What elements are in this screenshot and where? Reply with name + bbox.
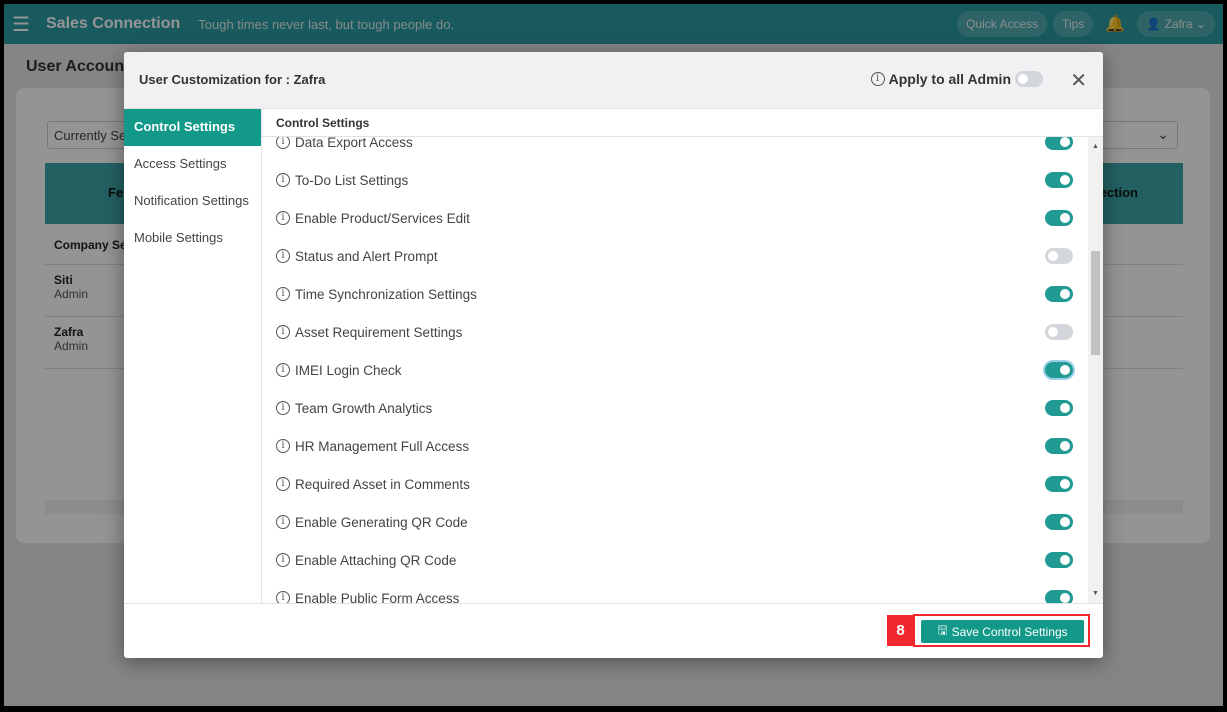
setting-label: To-Do List Settings <box>295 172 409 188</box>
step-badge: 8 <box>887 615 914 646</box>
setting-item: i HR Management Full Access <box>276 427 1073 465</box>
toggle-required-asset-in-comments[interactable] <box>1045 476 1073 492</box>
info-icon[interactable]: i <box>276 553 290 567</box>
setting-item: i Enable Public Form Access <box>276 579 1073 603</box>
setting-label: Enable Product/Services Edit <box>295 210 470 226</box>
toggle-team-growth-analytics[interactable] <box>1045 400 1073 416</box>
setting-item: i IMEI Login Check <box>276 351 1073 389</box>
info-icon: i <box>870 72 885 86</box>
info-icon[interactable]: i <box>276 173 290 187</box>
app-window: ☰ Sales Connection Tough times never las… <box>4 4 1223 706</box>
info-icon[interactable]: i <box>276 325 290 339</box>
scroll-up-icon[interactable]: ▲ <box>1092 143 1099 150</box>
toggle-enable-attaching-qr-code[interactable] <box>1045 552 1073 568</box>
info-icon[interactable]: i <box>276 477 290 491</box>
toggle-data-export-access[interactable] <box>1045 137 1073 150</box>
setting-item: i Enable Generating QR Code <box>276 503 1073 541</box>
save-label: Save Control Settings <box>951 624 1068 639</box>
toggle-to-do-list-settings[interactable] <box>1045 172 1073 188</box>
nav-mobile-settings[interactable]: Mobile Settings <box>124 220 261 257</box>
nav-access-settings[interactable]: Access Settings <box>124 146 261 183</box>
highlight-box: 🖫 Save Control Settings <box>913 614 1090 647</box>
setting-label: Enable Public Form Access <box>295 590 460 604</box>
setting-label: Required Asset in Comments <box>295 476 470 492</box>
toggle-enable-generating-qr-code[interactable] <box>1045 514 1073 530</box>
vertical-scrollbar[interactable]: ▲ ▼ <box>1088 137 1103 603</box>
toggle-imei-login-check[interactable] <box>1045 362 1073 378</box>
setting-label: IMEI Login Check <box>295 362 402 378</box>
setting-item: i To-Do List Settings <box>276 161 1073 199</box>
setting-label: Team Growth Analytics <box>295 400 433 416</box>
setting-item: i Enable Product/Services Edit <box>276 199 1073 237</box>
user-customization-modal: User Customization for : Zafra i Apply t… <box>124 52 1103 658</box>
info-icon[interactable]: i <box>276 515 290 529</box>
close-icon[interactable]: ✕ <box>1070 68 1087 93</box>
nav-control-settings[interactable]: Control Settings <box>124 109 261 146</box>
setting-label: Data Export Access <box>295 137 413 150</box>
toggle-enable-product-services-edit[interactable] <box>1045 210 1073 226</box>
toggle-time-synchronization-settings[interactable] <box>1045 286 1073 302</box>
info-icon[interactable]: i <box>276 401 290 415</box>
info-icon[interactable]: i <box>276 137 290 149</box>
toggle-enable-public-form-access[interactable] <box>1045 590 1073 603</box>
info-icon[interactable]: i <box>276 439 290 453</box>
toggle-status-and-alert-prompt[interactable] <box>1045 248 1073 264</box>
apply-to-all-admin: i Apply to all Admin <box>870 71 1043 87</box>
toggle-hr-management-full-access[interactable] <box>1045 438 1073 454</box>
settings-list: i Data Export Access i To-Do List Settings i… <box>262 137 1088 603</box>
apply-label: Apply to all Admin <box>888 71 1011 87</box>
setting-label: Asset Requirement Settings <box>295 324 463 340</box>
info-icon[interactable]: i <box>276 287 290 301</box>
save-control-settings-button[interactable]: 🖫 Save Control Settings <box>921 620 1084 643</box>
setting-item: i Required Asset in Comments <box>276 465 1073 503</box>
modal-footer: 8 🖫 Save Control Settings <box>124 603 1103 658</box>
setting-item: i Enable Attaching QR Code <box>276 541 1073 579</box>
scroll-down-icon[interactable]: ▼ <box>1092 590 1099 597</box>
modal-title: User Customization for : Zafra <box>139 72 326 87</box>
apply-to-all-toggle[interactable] <box>1015 71 1043 87</box>
setting-item: i Time Synchronization Settings <box>276 275 1073 313</box>
setting-label: Enable Generating QR Code <box>295 514 468 530</box>
setting-item: i Team Growth Analytics <box>276 389 1073 427</box>
save-icon: 🖫 <box>937 623 948 637</box>
nav-notification-settings[interactable]: Notification Settings <box>124 183 261 220</box>
info-icon[interactable]: i <box>276 363 290 377</box>
setting-item: i Status and Alert Prompt <box>276 237 1073 275</box>
setting-label: Status and Alert Prompt <box>295 248 438 264</box>
setting-label: HR Management Full Access <box>295 438 470 454</box>
info-icon[interactable]: i <box>276 591 290 603</box>
toggle-asset-requirement-settings[interactable] <box>1045 324 1073 340</box>
section-title: Control Settings <box>262 109 1103 137</box>
modal-header: User Customization for : Zafra i Apply t… <box>124 52 1103 109</box>
settings-content: Control Settings i Data Export Access i To-… <box>262 109 1103 603</box>
setting-item: i Data Export Access <box>276 137 1073 161</box>
settings-nav: Control Settings Access Settings Notific… <box>124 109 262 603</box>
info-icon[interactable]: i <box>276 249 290 263</box>
setting-label: Time Synchronization Settings <box>295 286 477 302</box>
info-icon[interactable]: i <box>276 211 290 225</box>
setting-item: i Asset Requirement Settings <box>276 313 1073 351</box>
setting-label: Enable Attaching QR Code <box>295 552 457 568</box>
scrollbar-thumb[interactable] <box>1091 251 1100 355</box>
